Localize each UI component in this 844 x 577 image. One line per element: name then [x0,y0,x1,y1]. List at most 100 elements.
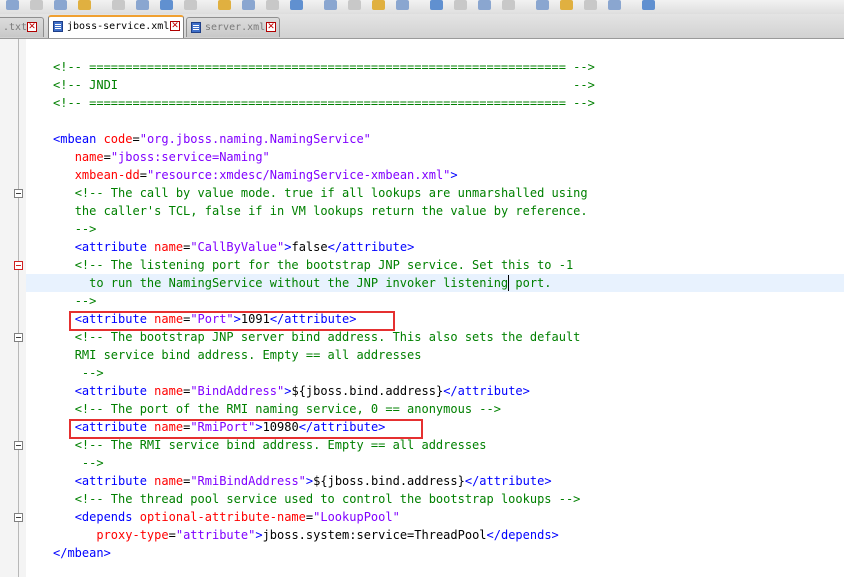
code-line: --> [53,220,97,238]
text-token: ${jboss.bind.address} [313,474,465,488]
code-line: <attribute name="CallByValue">false</att… [53,238,415,256]
toolbar-button[interactable] [6,0,19,10]
comment-text: --> [81,366,104,380]
text-token: 10980 [262,420,299,434]
fold-margin [0,39,26,577]
code-line: <!-- The call by value mode. true if all… [53,184,588,202]
text-token: = [132,132,140,146]
toolbar-button[interactable] [30,0,43,10]
tag-token: </mbean> [53,546,111,560]
toolbar-button[interactable] [266,0,279,10]
toolbar-button[interactable] [560,0,573,10]
tab-jboss-service-xml[interactable]: jboss-service.xml ✕ [48,15,184,38]
attribute-value: "jboss:service=Naming" [110,150,270,164]
tab-label: server.xml [205,22,266,33]
tag-token: </attribute> [464,474,552,488]
tag-token: <attribute [74,420,155,434]
text-token: false [291,240,328,254]
code-line: </mbean> [53,544,111,562]
code-line: <!-- JNDI --> [53,76,595,94]
code-line: <attribute name="RmiBindAddress">${jboss… [53,472,552,490]
tab-txt-file[interactable]: .txt ✕ [0,17,44,37]
fold-toggle-icon[interactable] [14,333,23,342]
tag-token: <attribute [74,312,155,326]
toolbar-button[interactable] [502,0,515,10]
toolbar-button[interactable] [160,0,173,10]
toolbar-button[interactable] [324,0,337,10]
toolbar-button[interactable] [454,0,467,10]
toolbar-button[interactable] [430,0,443,10]
text-caret [508,275,510,291]
toolbar-button[interactable] [54,0,67,10]
comment-text: <!-- The call by value mode. true if all… [74,186,588,200]
text-token: = [103,150,111,164]
comment-text: <!-- The thread pool service used to con… [74,492,581,506]
fold-toggle-icon[interactable] [14,513,23,522]
toolbar-button[interactable] [78,0,91,10]
toolbar-button[interactable] [584,0,597,10]
attribute-name: name [154,384,184,398]
toolbar-button[interactable] [536,0,549,10]
toolbar-button[interactable] [372,0,385,10]
toolbar-button[interactable] [290,0,303,10]
tag-token: </depends> [486,528,559,542]
tag-token: </attribute> [327,240,415,254]
close-tab-icon[interactable]: ✕ [27,22,37,32]
toolbar-button[interactable] [136,0,149,10]
toolbar-button[interactable] [478,0,491,10]
fold-toggle-icon[interactable] [14,189,23,198]
code-line: <attribute name="RmiPort">10980</attribu… [53,418,386,436]
attribute-value: "BindAddress" [190,384,285,398]
tag-token: > [233,312,241,326]
fold-toggle-icon[interactable] [14,441,23,450]
text-token: ${jboss.bind.address} [291,384,444,398]
toolbar-button[interactable] [608,0,621,10]
file-icon [53,21,63,32]
comment-text: <!-- ===================================… [53,60,595,74]
close-tab-icon[interactable]: ✕ [170,21,180,31]
tag-token: <attribute [74,240,155,254]
tag-token: <mbean [53,132,104,146]
attribute-name: name [154,240,184,254]
tab-bar: .txt ✕ jboss-service.xml ✕ server.xml ✕ [0,14,844,39]
code-line: to run the NamingService without the JNP… [53,274,552,292]
tab-server-xml[interactable]: server.xml ✕ [186,17,280,37]
toolbar-button[interactable] [242,0,255,10]
close-tab-icon[interactable]: ✕ [266,22,276,32]
comment-text: to run the NamingService without the JNP… [89,276,552,290]
code-line: <!-- The port of the RMI naming service,… [53,400,501,418]
attribute-value: "Port" [190,312,234,326]
toolbar-button[interactable] [112,0,125,10]
attribute-value: "LookupPool" [313,510,400,524]
toolbar-button[interactable] [184,0,197,10]
code-line: <!-- ===================================… [53,94,595,112]
attribute-value: "attribute" [175,528,256,542]
comment-text: RMI service bind address. Empty == all a… [74,348,422,362]
attribute-name: code [103,132,133,146]
attribute-name: proxy-type [96,528,169,542]
attribute-name: name [154,312,184,326]
fold-toggle-icon[interactable] [14,261,23,270]
attribute-name: name [154,420,184,434]
toolbar-button[interactable] [348,0,361,10]
fold-margin-line [18,39,19,577]
comment-text: the caller's TCL, false if in VM lookups… [74,204,588,218]
code-line: <depends optional-attribute-name="Lookup… [53,508,400,526]
code-line: xmbean-dd="resource:xmdesc/NamingService… [53,166,458,184]
toolbar-button[interactable] [218,0,231,10]
toolbar-button[interactable] [396,0,409,10]
toolbar-button[interactable] [642,0,655,10]
